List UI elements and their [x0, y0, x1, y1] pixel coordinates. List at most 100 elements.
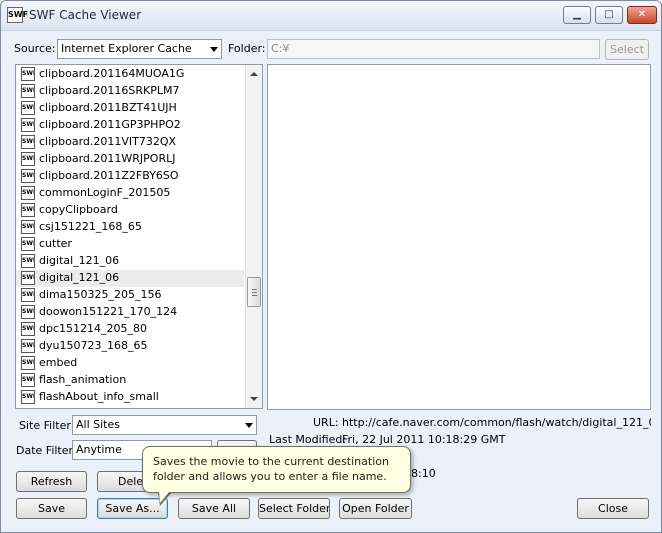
tooltip-line: Saves the movie to the current destinati…: [153, 455, 389, 468]
swf-file-icon: SWF: [21, 254, 35, 268]
swf-file-icon: SWF: [21, 373, 35, 387]
close-button[interactable]: Close: [577, 498, 649, 519]
window-title: SWF Cache Viewer: [29, 8, 142, 22]
list-item[interactable]: SWF embed: [16, 355, 244, 372]
list-item-label: cutter: [39, 237, 72, 250]
list-item-label: clipboard.2011VIT732QX: [39, 135, 177, 148]
list-item[interactable]: SWF digital_121_06: [16, 253, 244, 270]
swf-file-icon: SWF: [21, 169, 35, 183]
swf-file-icon: SWF: [21, 186, 35, 200]
swf-file-icon: SWF: [21, 305, 35, 319]
minimize-button[interactable]: ▁: [563, 6, 591, 24]
swf-file-icon: SWF: [21, 84, 35, 98]
swf-file-icon: SWF: [21, 135, 35, 149]
swf-file-icon: SWF: [21, 237, 35, 251]
app-icon[interactable]: SWF: [7, 7, 28, 23]
app-window: SWF SWF Cache Viewer ▁ □ ✕ Source: Inter…: [0, 0, 662, 533]
last-modified-value: Fri, 22 Jul 2011 10:18:29 GMT: [342, 433, 506, 446]
list-item[interactable]: SWF commonLoginF_201505: [16, 185, 244, 202]
list-item-label: digital_121_06: [39, 271, 120, 284]
swf-file-icon: SWF: [21, 322, 35, 336]
source-label: Source:: [14, 42, 56, 55]
swf-file-icon: SWF: [21, 101, 35, 115]
list-item[interactable]: SWF copyClipboard: [16, 202, 244, 219]
url-value: http://cafe.naver.com/common/flash/watch…: [342, 416, 651, 429]
list-scrollbar[interactable]: [245, 65, 262, 408]
list-item[interactable]: SWF cutter: [16, 236, 244, 253]
folder-select-button[interactable]: Select: [605, 39, 649, 60]
list-item[interactable]: SWF dyu150723_168_65: [16, 338, 244, 355]
list-item[interactable]: SWF csj151221_168_65: [16, 219, 244, 236]
list-item-label: copyClipboard: [39, 203, 118, 216]
list-item-label: digital_121_06: [39, 254, 120, 267]
chevron-down-icon: [245, 423, 253, 428]
grip-line: [252, 289, 257, 290]
refresh-button[interactable]: Refresh: [16, 471, 87, 492]
list-item-label: commonLoginF_201505: [39, 186, 171, 199]
partial-time-value: 8:10: [411, 467, 436, 480]
list-item-label: dyu150723_168_65: [39, 339, 148, 352]
list-item-label: flashAbout_info_small: [39, 390, 159, 403]
list-item-label: flash_animation: [39, 373, 127, 386]
select-folder-button[interactable]: Select Folder: [258, 498, 330, 519]
list-item[interactable]: SWF flashAbout_info_small: [16, 389, 244, 406]
list-item-label: dpc151214_205_80: [39, 322, 147, 335]
grip-line: [252, 295, 257, 296]
swf-preview-pane: [267, 64, 651, 410]
site-filter-dropdown[interactable]: All Sites: [72, 415, 257, 435]
swf-file-icon: SWF: [21, 288, 35, 302]
date-filter-label: Date Filter:: [16, 444, 77, 457]
folder-label: Folder:: [228, 42, 266, 55]
list-item[interactable]: SWF dima150325_205_156: [16, 287, 244, 304]
list-item-label: dima150325_205_156: [39, 288, 162, 301]
list-item-label: csj151221_168_65: [39, 220, 142, 233]
title-bar[interactable]: SWF SWF Cache Viewer ▁ □ ✕: [1, 1, 661, 31]
list-item-label: clipboard.2011BZT41UJH: [39, 101, 177, 114]
swf-file-icon: SWF: [21, 390, 35, 404]
chevron-down-icon: [210, 47, 218, 52]
save-as-tooltip: Saves the movie to the current destinati…: [142, 446, 411, 493]
swf-file-icon: SWF: [21, 220, 35, 234]
list-item-label: embed: [39, 356, 78, 369]
save-button[interactable]: Save: [16, 498, 87, 519]
main-panel: Source: Internet Explorer Cache Folder: …: [1, 32, 661, 532]
list-item[interactable]: SWF dpc151214_205_80: [16, 321, 244, 338]
last-modified-label: Last Modified:: [269, 433, 347, 446]
list-item[interactable]: SWF flash_animation: [16, 372, 244, 389]
list-item-label: clipboard.2011Z2FBY6SO: [39, 169, 179, 182]
source-value: Internet Explorer Cache: [61, 42, 192, 55]
tooltip-pointer-fill: [159, 491, 170, 503]
close-window-button[interactable]: ✕: [627, 6, 657, 24]
scroll-up-icon[interactable]: [250, 72, 258, 76]
scroll-thumb[interactable]: [247, 277, 261, 307]
swf-file-icon: SWF: [21, 152, 35, 166]
scroll-down-icon[interactable]: [250, 397, 258, 401]
url-label: URL:: [313, 416, 339, 429]
swf-file-icon: SWF: [21, 339, 35, 353]
file-list[interactable]: SWF flashAbout_info_small SWF flash_animati…: [15, 64, 263, 409]
swf-file-icon: SWF: [21, 356, 35, 370]
swf-file-icon: SWF: [21, 203, 35, 217]
list-item[interactable]: SWF clipboard.2011Z2FBY6SO: [16, 168, 244, 185]
list-item[interactable]: SWF digital_121_06: [16, 270, 244, 287]
list-item-label: clipboard.2011GP3PHPO2: [39, 118, 181, 131]
list-item[interactable]: SWF clipboard.2011GP3PHPO2: [16, 117, 244, 134]
list-item[interactable]: SWF clipboard.201164MUOA1G: [16, 66, 244, 83]
list-item-label: doowon151221_170_124: [39, 305, 178, 318]
swf-file-icon: SWF: [21, 67, 35, 81]
site-filter-value: All Sites: [76, 418, 120, 431]
grip-line: [252, 292, 257, 293]
list-item[interactable]: SWF clipboard.2011WRJPORLJ: [16, 151, 244, 168]
list-item[interactable]: SWF doowon151221_170_124: [16, 304, 244, 321]
maximize-button[interactable]: □: [595, 6, 623, 24]
list-item[interactable]: SWF clipboard.2011BZT41UJH: [16, 100, 244, 117]
swf-file-icon: SWF: [21, 118, 35, 132]
date-filter-value: Anytime: [76, 443, 122, 456]
list-item-label: clipboard.2011WRJPORLJ: [39, 152, 176, 165]
save-all-button[interactable]: Save All: [178, 498, 250, 519]
open-folder-button[interactable]: Open Folder: [339, 498, 412, 519]
list-item[interactable]: SWF clipboard.20116SRKPLM7: [16, 83, 244, 100]
swf-file-icon: SWF: [21, 271, 35, 285]
list-item[interactable]: SWF clipboard.2011VIT732QX: [16, 134, 244, 151]
source-dropdown[interactable]: Internet Explorer Cache: [57, 39, 222, 59]
